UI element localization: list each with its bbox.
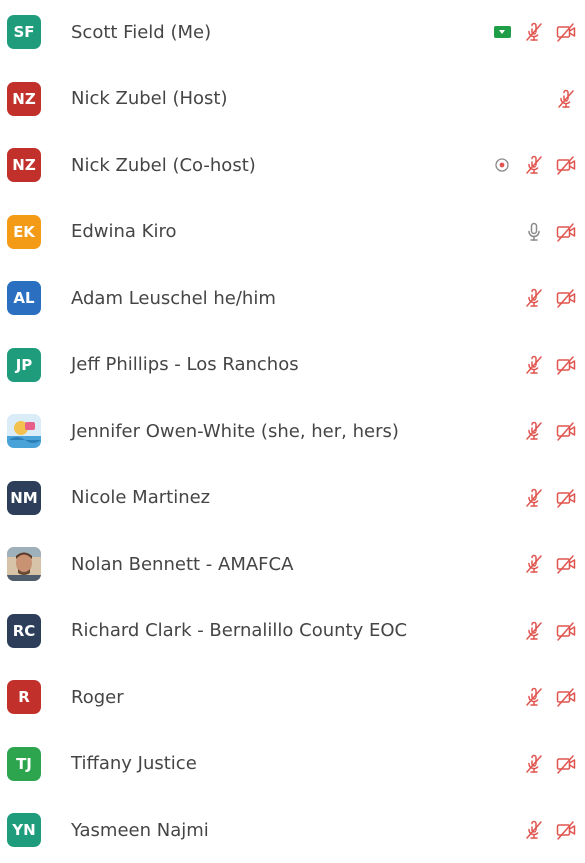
participants-list: SF Scott Field (Me) NZ Nick Zubel (Host) N… (0, 0, 585, 847)
participant-row[interactable]: EK Edwina Kiro (0, 199, 585, 265)
video-off-icon[interactable] (555, 21, 577, 43)
participant-row[interactable]: AL Adam Leuschel he/him (0, 265, 585, 331)
participant-name: Jeff Phillips - Los Ranchos (71, 354, 299, 375)
participant-name: Nick Zubel (Co-host) (71, 154, 256, 176)
participant-name: Nolan Bennett - AMAFCA (71, 553, 294, 575)
avatar: R (7, 680, 41, 714)
video-off-icon[interactable] (555, 620, 577, 642)
participant-status-icons (523, 598, 577, 664)
video-off-icon[interactable] (555, 287, 577, 309)
video-off-icon[interactable] (555, 221, 577, 243)
participant-row[interactable]: Jennifer Owen-White (she, her, hers) (0, 398, 585, 464)
mic-muted-icon[interactable] (523, 354, 545, 376)
avatar: NZ (7, 81, 41, 116)
mic-muted-icon[interactable] (523, 753, 545, 775)
avatar: YN (7, 813, 41, 847)
participant-status-icons (523, 664, 577, 730)
participant-status-icons (523, 531, 577, 597)
participant-row[interactable]: YN Yasmeen Najmi (0, 797, 585, 863)
mic-muted-icon[interactable] (523, 553, 545, 575)
mic-muted-icon[interactable] (523, 686, 545, 708)
participant-status-icons (523, 797, 577, 863)
participant-name: Adam Leuschel he/him (71, 287, 276, 309)
participant-name: Roger (71, 686, 124, 708)
video-off-icon[interactable] (555, 420, 577, 442)
mic-muted-icon[interactable] (523, 21, 545, 43)
participant-name: Richard Clark - Bernalillo County EOC (71, 620, 408, 641)
participant-row[interactable]: NM Nicole Martinez (0, 465, 585, 531)
participant-name: Nick Zubel (Host) (71, 88, 228, 109)
participant-row[interactable]: SF Scott Field (Me) (0, 0, 585, 65)
mic-muted-icon[interactable] (523, 420, 545, 442)
mic-muted-icon[interactable] (523, 620, 545, 642)
avatar (7, 414, 41, 448)
participant-status-icons (523, 465, 577, 531)
avatar (7, 547, 41, 581)
mic-muted-icon[interactable] (523, 154, 545, 176)
participant-status-icons (491, 132, 577, 198)
avatar: NM (7, 480, 41, 515)
avatar: TJ (7, 746, 41, 781)
avatar: SF (7, 15, 41, 49)
participant-name: Nicole Martinez (71, 487, 211, 508)
participant-name: Scott Field (Me) (71, 21, 212, 43)
participant-status-icons (523, 199, 577, 265)
video-off-icon[interactable] (555, 819, 577, 841)
participant-status-icons (523, 731, 577, 797)
mic-muted-icon[interactable] (523, 287, 545, 309)
recording-icon (491, 154, 513, 176)
participant-status-icons (555, 66, 577, 132)
participant-name: Yasmeen Najmi (71, 819, 209, 841)
avatar: JP (7, 347, 41, 382)
video-off-icon[interactable] (555, 487, 577, 509)
participant-row[interactable]: NZ Nick Zubel (Co-host) (0, 132, 585, 198)
mic-muted-icon[interactable] (555, 88, 577, 110)
video-off-icon[interactable] (555, 686, 577, 708)
mic-muted-icon[interactable] (523, 819, 545, 841)
participant-row[interactable]: Nolan Bennett - AMAFCA (0, 531, 585, 597)
participant-row[interactable]: RC Richard Clark - Bernalillo County EOC (0, 598, 585, 664)
avatar: AL (7, 281, 41, 315)
mic-muted-icon[interactable] (523, 487, 545, 509)
video-off-icon[interactable] (555, 553, 577, 575)
screen-share-icon[interactable] (491, 21, 513, 43)
participant-status-icons (523, 398, 577, 464)
participant-row[interactable]: JP Jeff Phillips - Los Ranchos (0, 332, 585, 398)
participant-status-icons (523, 332, 577, 398)
participant-row[interactable]: NZ Nick Zubel (Host) (0, 66, 585, 132)
participant-name: Edwina Kiro (71, 221, 177, 242)
video-off-icon[interactable] (555, 154, 577, 176)
participant-row[interactable]: TJ Tiffany Justice (0, 731, 585, 797)
video-off-icon[interactable] (555, 753, 577, 775)
participant-name: Jennifer Owen-White (she, her, hers) (71, 420, 399, 442)
participant-row[interactable]: R Roger (0, 664, 585, 730)
avatar: EK (7, 214, 41, 249)
avatar: NZ (7, 148, 41, 182)
mic-icon[interactable] (523, 221, 545, 243)
avatar: RC (7, 613, 41, 648)
participant-name: Tiffany Justice (71, 753, 197, 774)
video-off-icon[interactable] (555, 354, 577, 376)
participant-status-icons (491, 0, 577, 65)
participant-status-icons (523, 265, 577, 331)
